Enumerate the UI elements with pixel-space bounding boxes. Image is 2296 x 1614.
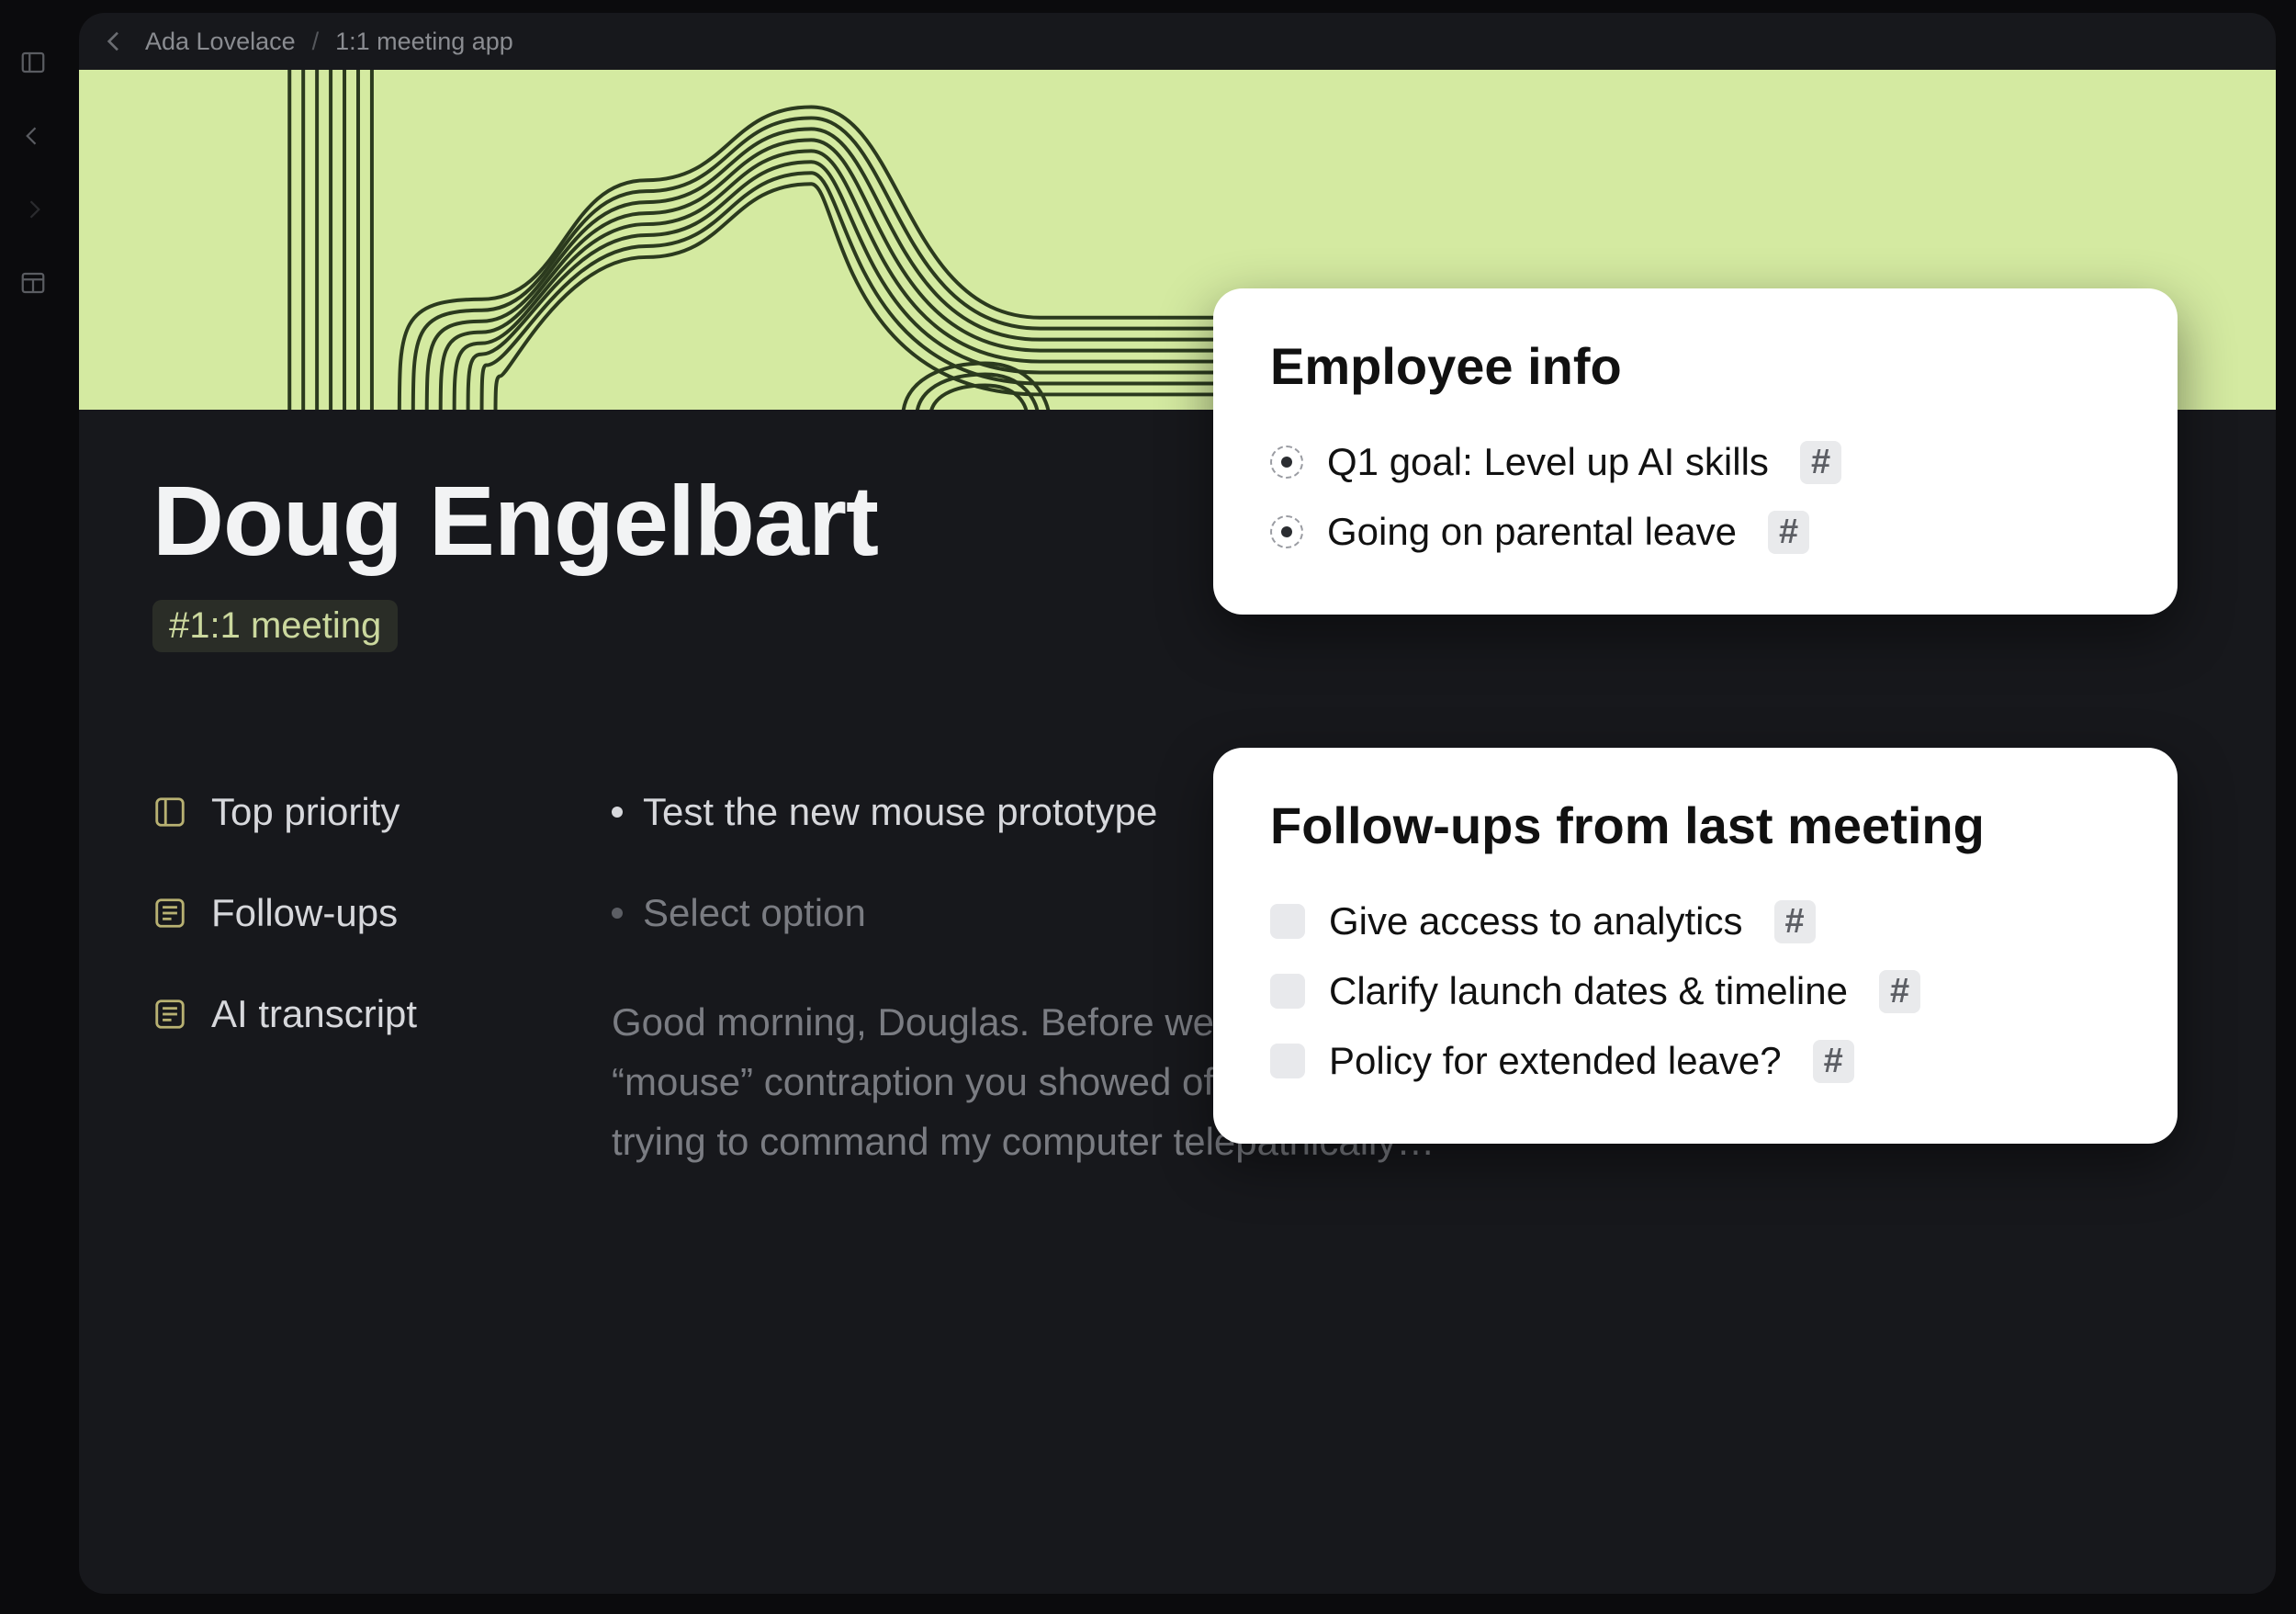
followup-item[interactable]: Give access to analytics #	[1270, 886, 2121, 956]
employee-info-item[interactable]: Going on parental leave #	[1270, 497, 2121, 567]
list-icon	[152, 997, 187, 1032]
checkbox[interactable]	[1270, 1044, 1305, 1078]
hash-link[interactable]: #	[1879, 970, 1920, 1013]
hash-link[interactable]: #	[1813, 1040, 1854, 1083]
card-title: Follow-ups from last meeting	[1270, 796, 2121, 855]
followup-item[interactable]: Policy for extended leave? #	[1270, 1026, 2121, 1096]
top-priority-text: Test the new mouse prototype	[643, 790, 1157, 834]
card-title: Employee info	[1270, 336, 2121, 396]
nav-back-button[interactable]	[13, 116, 53, 156]
bullet-icon	[612, 807, 623, 818]
field-label-ai-transcript[interactable]: AI transcript	[152, 992, 584, 1036]
checkbox[interactable]	[1270, 974, 1305, 1009]
nav-forward-button[interactable]	[13, 189, 53, 230]
field-label-follow-ups[interactable]: Follow-ups	[152, 891, 584, 935]
breadcrumb-parent[interactable]: Ada Lovelace	[145, 28, 296, 56]
select-placeholder-text: Select option	[643, 891, 866, 935]
followup-text: Policy for extended leave?	[1329, 1039, 1782, 1083]
field-label-text: Top priority	[211, 790, 400, 834]
employee-info-item[interactable]: Q1 goal: Level up AI skills #	[1270, 427, 2121, 497]
breadcrumb-current[interactable]: 1:1 meeting app	[335, 28, 513, 56]
hash-link[interactable]: #	[1768, 511, 1809, 554]
radio-icon[interactable]	[1270, 515, 1303, 548]
field-label-top-priority[interactable]: Top priority	[152, 790, 584, 834]
sidebar-toggle-button[interactable]	[13, 42, 53, 83]
breadcrumb-back-button[interactable]	[99, 27, 129, 56]
bullet-icon	[612, 908, 623, 919]
hash-link[interactable]: #	[1800, 441, 1841, 484]
page-panel: Ada Lovelace / 1:1 meeting app	[79, 13, 2276, 1594]
followup-text: Clarify launch dates & timeline	[1329, 969, 1848, 1013]
radio-icon[interactable]	[1270, 446, 1303, 479]
checkbox[interactable]	[1270, 904, 1305, 939]
field-label-text: AI transcript	[211, 992, 417, 1036]
followups-card[interactable]: Follow-ups from last meeting Give access…	[1213, 748, 2178, 1144]
panel-icon	[152, 795, 187, 830]
followup-item[interactable]: Clarify launch dates & timeline #	[1270, 956, 2121, 1026]
template-button[interactable]	[13, 263, 53, 303]
employee-info-text: Going on parental leave	[1327, 510, 1737, 554]
breadcrumb-separator: /	[312, 28, 320, 56]
breadcrumb-bar: Ada Lovelace / 1:1 meeting app	[79, 13, 2276, 70]
page-tag[interactable]: #1:1 meeting	[152, 600, 398, 652]
field-label-text: Follow-ups	[211, 891, 398, 935]
employee-info-card[interactable]: Employee info Q1 goal: Level up AI skill…	[1213, 288, 2178, 615]
list-icon	[152, 896, 187, 931]
hash-link[interactable]: #	[1774, 900, 1816, 943]
followup-text: Give access to analytics	[1329, 899, 1743, 943]
left-rail	[0, 0, 66, 1614]
employee-info-text: Q1 goal: Level up AI skills	[1327, 440, 1769, 484]
